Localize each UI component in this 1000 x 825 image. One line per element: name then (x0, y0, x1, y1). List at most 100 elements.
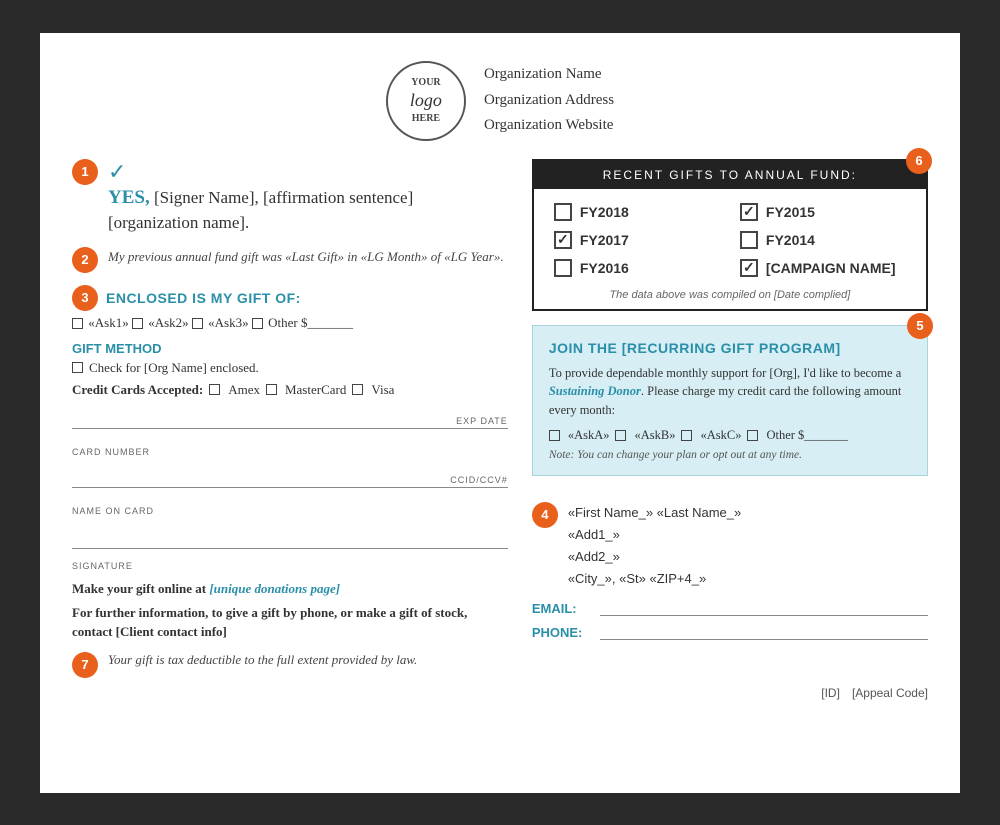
fy2014-label: FY2014 (766, 232, 815, 248)
logo-line3: HERE (412, 112, 440, 125)
amex-checkbox[interactable] (209, 384, 220, 395)
gift-options: «Ask1» «Ask2» «Ask3» Other $_______ (72, 315, 508, 331)
logo-italic: logo (410, 89, 442, 112)
footer-appeal-code: [Appeal Code] (852, 686, 928, 700)
ask3-checkbox[interactable] (192, 318, 203, 329)
join-sustaining-link[interactable]: Sustaining Donor (549, 384, 641, 398)
section3-title: ENCLOSED IS MY GIFT OF: (106, 290, 301, 306)
fy2014-checkbox[interactable] (740, 231, 758, 249)
section1-content: YES, [Signer Name], [affirmation sentenc… (108, 185, 508, 235)
campaign-label: [CAMPAIGN NAME] (766, 260, 896, 276)
other-checkbox[interactable] (252, 318, 263, 329)
address-lines: «First Name_» «Last Name_» «Add1_» «Add2… (568, 502, 741, 590)
signature-row (72, 528, 508, 549)
online-gift: Make your gift online at [unique donatio… (72, 581, 508, 597)
ccid-label-right: CCID/CCV# (450, 475, 508, 485)
exp-date-label-right: EXP DATE (456, 416, 508, 426)
address-line2: «Add1_» (568, 524, 741, 546)
gifts-footnote: The data above was compiled on [Date com… (534, 285, 926, 309)
address-badge-row: 4 «First Name_» «Last Name_» «Add1_» «Ad… (532, 502, 928, 590)
recent-gifts-box: 6 RECENT GIFTS TO ANNUAL FUND: FY2018 ✓ … (532, 159, 928, 311)
askc-checkbox[interactable] (681, 430, 692, 441)
address-line3: «Add2_» (568, 546, 741, 568)
fy2018-checkbox[interactable] (554, 203, 572, 221)
ask2-checkbox[interactable] (132, 318, 143, 329)
fy2017-checkbox[interactable]: ✓ (554, 231, 572, 249)
recent-gifts-header: RECENT GIFTS TO ANNUAL FUND: (534, 161, 926, 189)
name-on-card-field[interactable] (72, 467, 450, 485)
phone-row: PHONE: (532, 622, 928, 640)
contact-fields: EMAIL: PHONE: (532, 598, 928, 640)
join-program-box: 5 JOIN THE [RECURRING GIFT PROGRAM] To p… (532, 325, 928, 476)
fy2015-checkbox[interactable]: ✓ (740, 203, 758, 221)
main-content: 1 ✓ YES, [Signer Name], [affirmation sen… (72, 159, 928, 678)
email-label: EMAIL: (532, 601, 592, 616)
askb-label: «AskB» (634, 428, 675, 443)
visa-checkbox[interactable] (352, 384, 363, 395)
gift-fy2017: ✓ FY2017 (554, 231, 720, 249)
right-column: 6 RECENT GIFTS TO ANNUAL FUND: FY2018 ✓ … (532, 159, 928, 678)
fy2015-label: FY2015 (766, 204, 815, 220)
join-other-label: Other $_______ (766, 428, 848, 443)
join-title: JOIN THE [RECURRING GIFT PROGRAM] (549, 340, 911, 356)
section1-text: [Signer Name], [affirmation sentence] [o… (108, 188, 413, 233)
address-section: 4 «First Name_» «Last Name_» «Add1_» «Ad… (532, 502, 928, 646)
yes-label: YES, (108, 187, 150, 208)
fy2016-checkbox[interactable] (554, 259, 572, 277)
card-number-label: CARD NUMBER (72, 447, 150, 457)
name-on-card-label: NAME ON CARD (72, 506, 154, 516)
gift-campaign: ✓ [CAMPAIGN NAME] (740, 259, 906, 277)
section2: 2 My previous annual fund gift was «Last… (72, 247, 508, 273)
mastercard-label: MasterCard (285, 382, 346, 398)
section2-text: My previous annual fund gift was «Last G… (108, 247, 504, 267)
other-label: Other $_______ (265, 315, 353, 330)
mastercard-checkbox[interactable] (266, 384, 277, 395)
section1: 1 ✓ YES, [Signer Name], [affirmation sen… (72, 159, 508, 235)
aska-label: «AskA» (568, 428, 610, 443)
join-text: To provide dependable monthly support fo… (549, 364, 911, 420)
credit-line: Credit Cards Accepted: Amex MasterCard V… (72, 382, 508, 398)
badge-5: 5 (907, 313, 933, 339)
address-line1: «First Name_» «Last Name_» (568, 502, 741, 524)
join-text-before: To provide dependable monthly support fo… (549, 366, 901, 380)
email-row: EMAIL: (532, 598, 928, 616)
ask2-label: «Ask2» (145, 315, 192, 330)
signature-field[interactable] (72, 528, 508, 546)
section7-text: Your gift is tax deductible to the full … (108, 652, 417, 668)
campaign-checkbox[interactable]: ✓ (740, 259, 758, 277)
donation-card: YOUR logo HERE Organization Name Organiz… (40, 33, 960, 793)
badge-3: 3 (72, 285, 98, 311)
card-number-row: EXP DATE (72, 408, 508, 429)
phone-label: PHONE: (532, 625, 592, 640)
badge-7: 7 (72, 652, 98, 678)
visa-label: Visa (371, 382, 394, 398)
join-other-checkbox[interactable] (747, 430, 758, 441)
fy2016-label: FY2016 (580, 260, 629, 276)
check-checkbox[interactable] (72, 362, 83, 373)
askb-checkbox[interactable] (615, 430, 626, 441)
org-name: Organization Name (484, 62, 614, 88)
org-website: Organization Website (484, 113, 614, 139)
online-gift-text: Make your gift online at (72, 581, 209, 596)
email-field[interactable] (600, 598, 928, 616)
checkmark-icon: ✓ (108, 159, 126, 185)
online-gift-link[interactable]: [unique donations page] (209, 581, 340, 596)
badge-4: 4 (532, 502, 558, 528)
phone-field[interactable] (600, 622, 928, 640)
address-line4: «City_», «St» «ZIP+4_» (568, 568, 741, 590)
askc-label: «AskC» (700, 428, 741, 443)
gift-method-title: GIFT METHOD (72, 341, 508, 356)
card-number-field[interactable] (72, 408, 456, 426)
left-column: 1 ✓ YES, [Signer Name], [affirmation sen… (72, 159, 508, 678)
join-options: «AskA» «AskB» «AskC» Other $_______ (549, 428, 911, 443)
badge-6: 6 (906, 148, 932, 174)
name-on-card-row: CCID/CCV# (72, 467, 508, 488)
org-info: Organization Name Organization Address O… (484, 62, 614, 139)
amex-label: Amex (228, 382, 260, 398)
fy2017-label: FY2017 (580, 232, 629, 248)
gift-fy2016: FY2016 (554, 259, 720, 277)
section3: 3 ENCLOSED IS MY GIFT OF: «Ask1» «Ask2» … (72, 285, 508, 571)
section7: 7 Your gift is tax deductible to the ful… (72, 652, 508, 678)
aska-checkbox[interactable] (549, 430, 560, 441)
ask1-checkbox[interactable] (72, 318, 83, 329)
